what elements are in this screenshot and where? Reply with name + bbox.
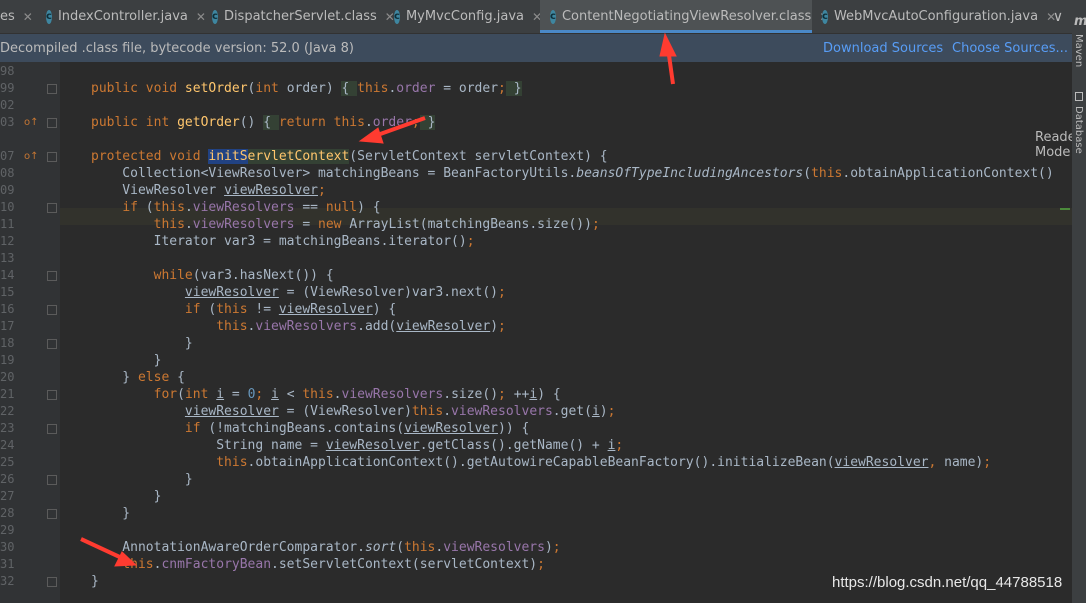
arrow-tab <box>659 32 677 85</box>
annotation-arrows <box>80 32 677 567</box>
arrow-method <box>358 116 426 144</box>
arrow-shaft <box>80 537 125 561</box>
arrow-head <box>659 32 677 57</box>
arrow-cnm <box>80 537 138 567</box>
arrow-head <box>358 127 384 144</box>
